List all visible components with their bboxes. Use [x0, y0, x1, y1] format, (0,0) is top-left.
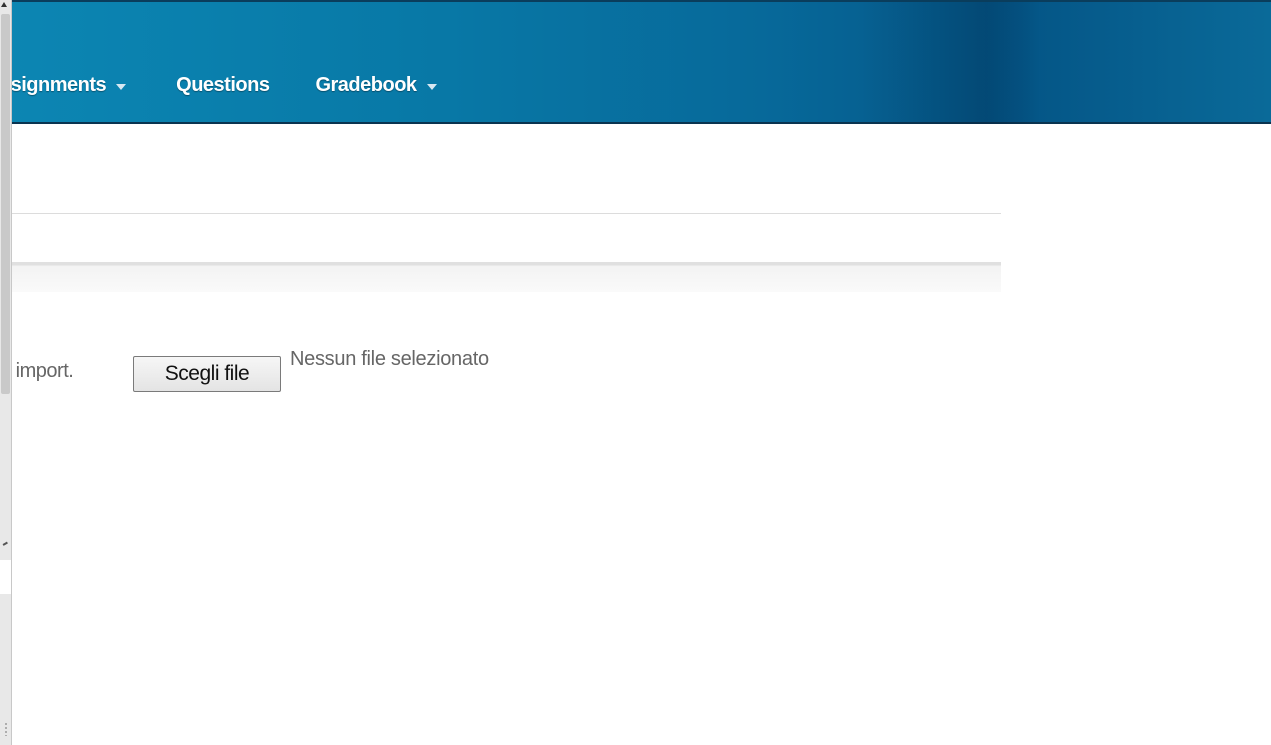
scroll-up-arrow-icon[interactable] — [1, 2, 7, 7]
page: ssignments Questions Gradebook o import.… — [0, 0, 1271, 745]
scrollbar-thumb[interactable] — [1, 14, 10, 394]
resize-grip-icon[interactable] — [4, 722, 8, 736]
nav-item-questions-label: Questions — [176, 74, 270, 96]
header-divider — [0, 213, 1001, 214]
navbar-shade — [860, 2, 1040, 124]
nav-item-gradebook[interactable]: Gradebook — [315, 74, 437, 97]
chevron-down-icon — [116, 84, 127, 90]
file-status-text: Nessun file selezionato — [290, 348, 489, 370]
left-panel-scrollbar[interactable] — [0, 0, 12, 745]
panel-edge-mark — [1, 539, 8, 546]
nav-menu: ssignments Questions Gradebook — [0, 74, 437, 97]
choose-file-button[interactable]: Scegli file — [133, 356, 281, 392]
nav-item-gradebook-label: Gradebook — [315, 74, 417, 96]
chevron-down-icon — [426, 84, 437, 90]
import-file-row: o import. Scegli file Nessun file selezi… — [0, 346, 900, 396]
nav-item-assignments-label: ssignments — [0, 74, 107, 96]
panel-edge-gap — [0, 560, 11, 594]
section-divider — [0, 262, 1001, 292]
top-navbar: ssignments Questions Gradebook — [0, 0, 1271, 124]
nav-item-assignments[interactable]: ssignments — [0, 74, 127, 97]
nav-item-questions[interactable]: Questions — [176, 74, 270, 97]
